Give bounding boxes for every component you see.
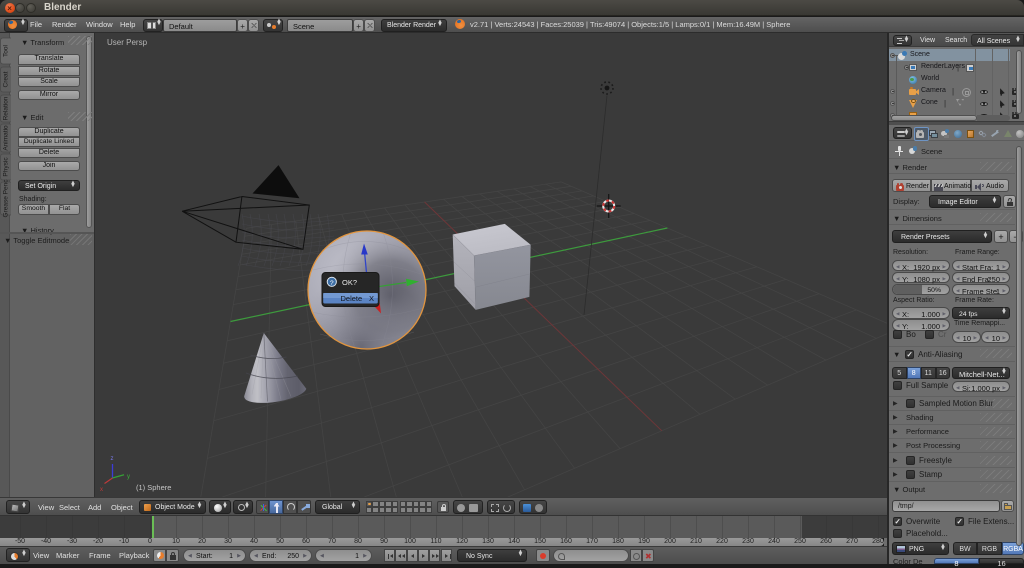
svg-text:Animatio: Animatio [3, 125, 10, 151]
svg-text:?: ? [330, 280, 334, 287]
svg-text:Grease Penc: Grease Penc [3, 179, 10, 218]
svg-text:Physic: Physic [3, 157, 10, 177]
svg-text:Creat: Creat [3, 71, 10, 87]
svg-text:X: X [369, 294, 374, 303]
svg-text:y: y [127, 474, 130, 480]
svg-text:z: z [111, 456, 114, 462]
svg-text:Tool: Tool [3, 44, 10, 56]
svg-text:Delete: Delete [341, 294, 363, 303]
svg-text:x: x [100, 487, 103, 493]
svg-text:OK?: OK? [342, 278, 357, 287]
svg-text:Relation: Relation [3, 96, 10, 120]
